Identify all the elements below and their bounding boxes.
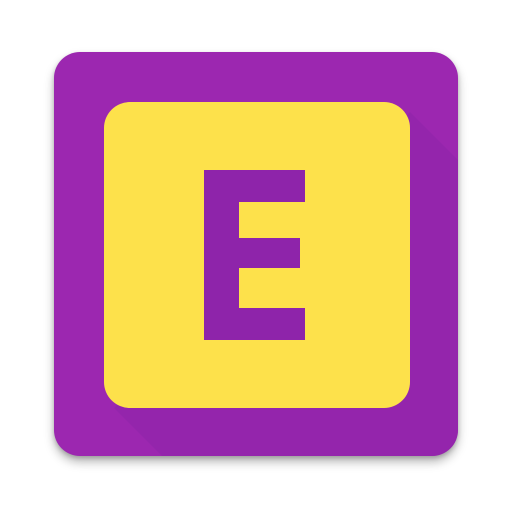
canvas — [0, 0, 512, 512]
letter-e-path — [204, 170, 305, 340]
letter-e-glyph — [204, 170, 305, 340]
letter-tile — [104, 102, 410, 408]
app-icon[interactable] — [54, 52, 458, 456]
